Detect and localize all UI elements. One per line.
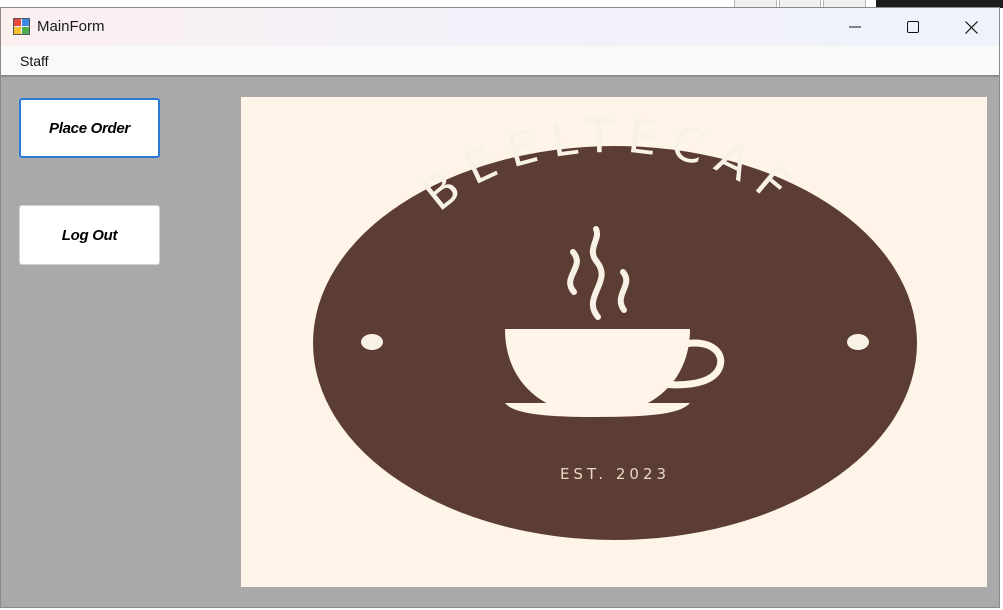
main-window: MainForm Staff Place Order Log Out BEELT… (0, 7, 1000, 608)
place-order-button[interactable]: Place Order (19, 98, 160, 158)
logo-picturebox: BEELTECAF EST. 2023 (241, 97, 987, 587)
title-bar[interactable]: MainForm (1, 8, 999, 46)
cafe-logo: BEELTECAF EST. 2023 (313, 109, 917, 540)
window-title: MainForm (37, 18, 105, 35)
minimize-button[interactable] (826, 8, 884, 46)
menu-bar: Staff (1, 46, 999, 77)
close-icon (964, 20, 978, 34)
minimize-icon (849, 26, 861, 28)
left-dot (361, 334, 383, 350)
maximize-icon (907, 21, 919, 33)
logout-button[interactable]: Log Out (19, 205, 160, 265)
menu-item-staff[interactable]: Staff (12, 52, 57, 70)
winforms-app-icon (13, 18, 30, 35)
client-area: Place Order Log Out BEELTECAF EST. 2023 (1, 77, 999, 607)
right-dot (847, 334, 869, 350)
logo-established-text: EST. 2023 (560, 465, 670, 483)
close-button[interactable] (942, 8, 999, 46)
maximize-button[interactable] (884, 8, 942, 46)
